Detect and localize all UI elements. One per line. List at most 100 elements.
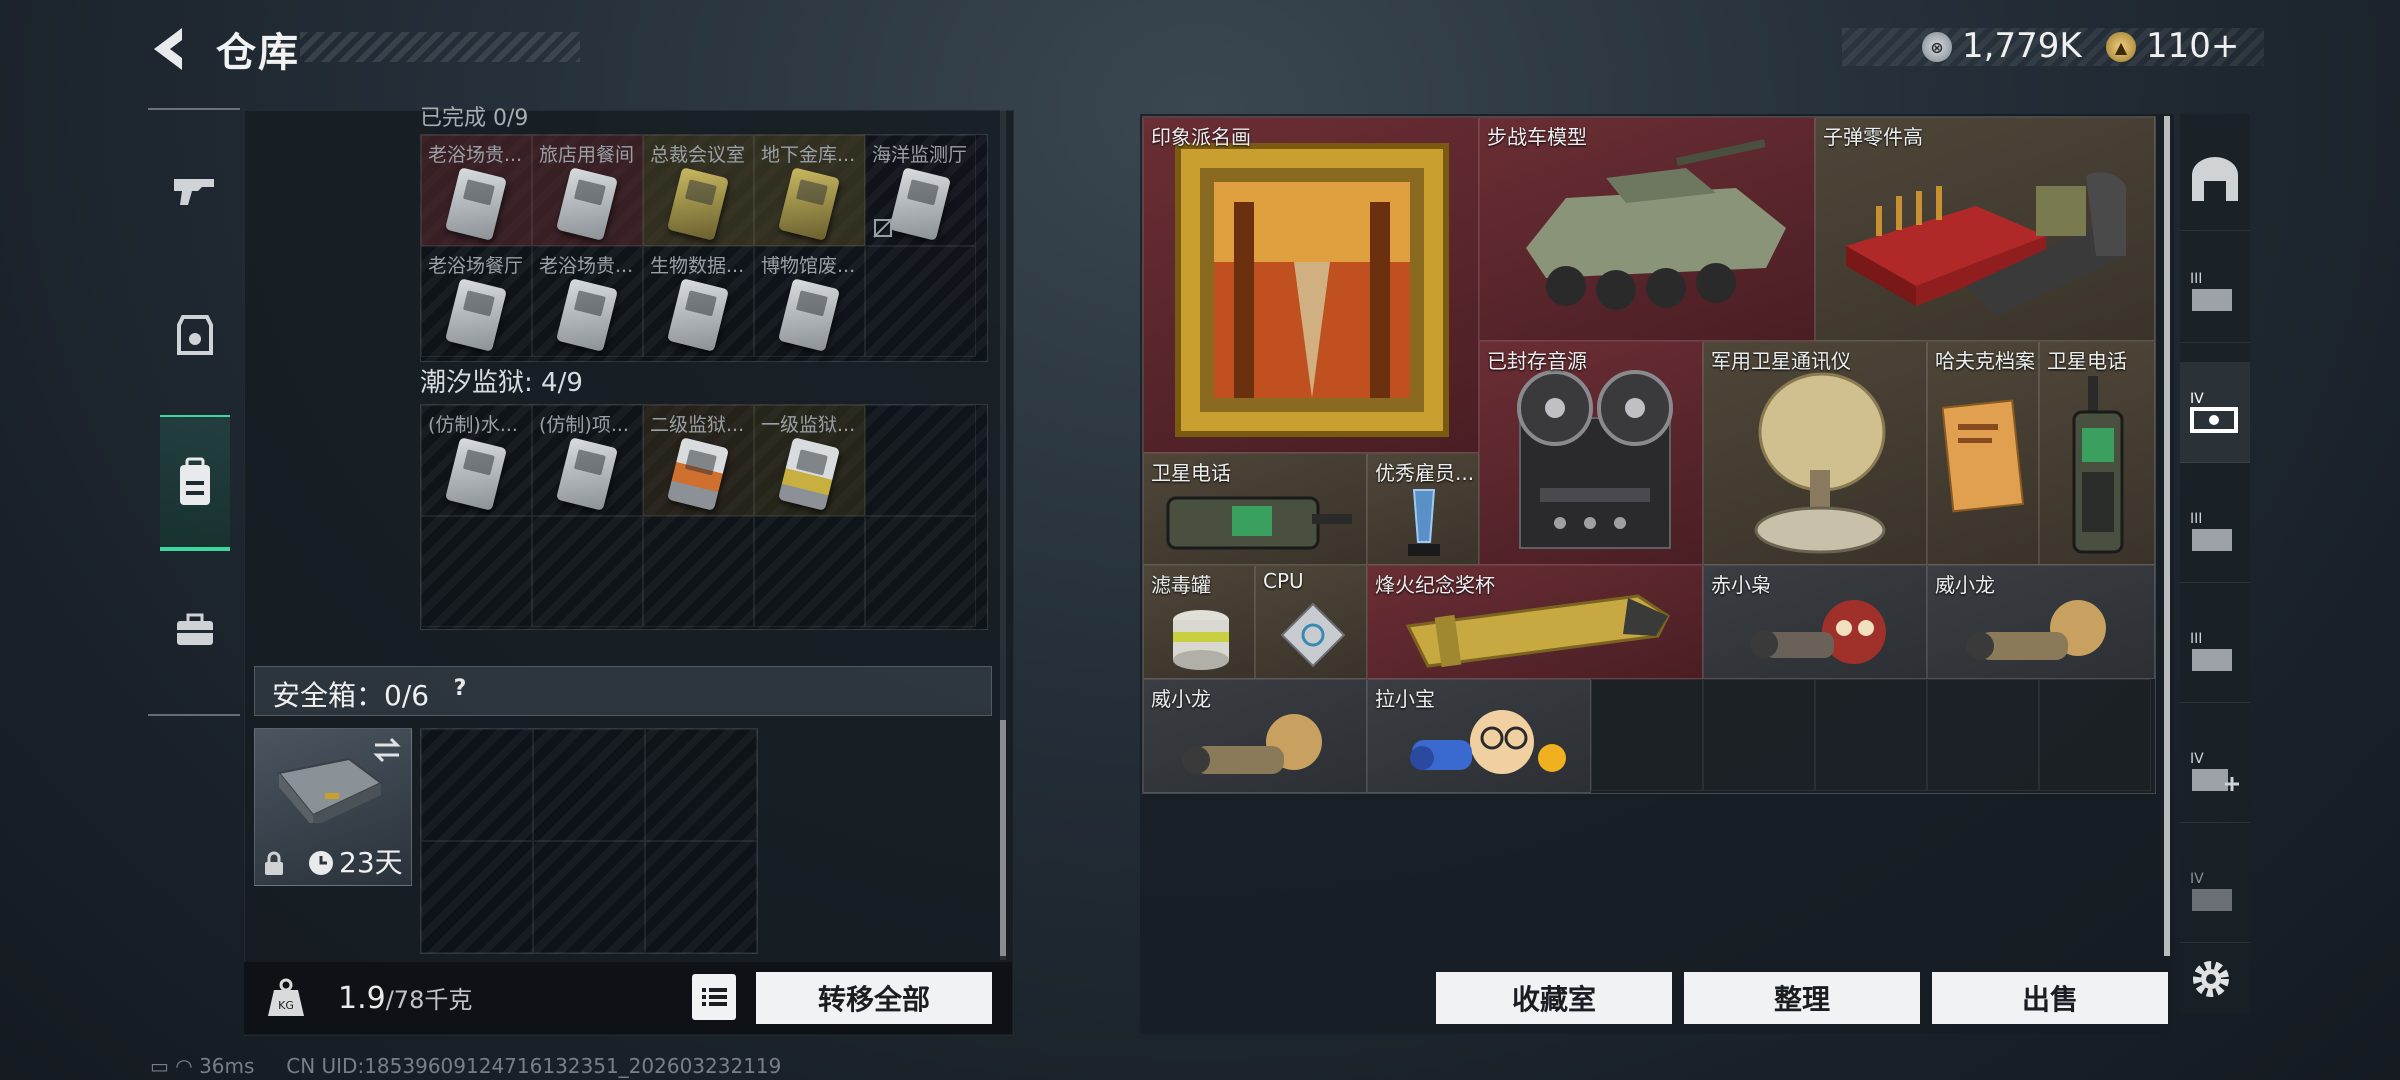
rnav-tier-4-locked[interactable]: IV bbox=[2180, 842, 2250, 943]
storage-tier-icon: IV bbox=[2190, 391, 2238, 433]
keycard-icon bbox=[666, 437, 730, 511]
svg-text:IV: IV bbox=[2190, 751, 2204, 767]
item-employee-award[interactable]: 优秀雇员... bbox=[1367, 453, 1479, 565]
keycard-icon bbox=[777, 167, 841, 241]
sort-button[interactable]: 整理 bbox=[1684, 972, 1920, 1024]
empty-slot[interactable] bbox=[1815, 679, 1927, 791]
status-line: ▭ ◠ 36ms CN UID:18539609124716132351_202… bbox=[150, 1054, 781, 1078]
coin-icon: ⊗ bbox=[1922, 32, 1952, 62]
backpack-icon bbox=[180, 457, 210, 505]
gear-icon bbox=[2193, 961, 2229, 997]
card-slot[interactable]: 一级监狱... bbox=[754, 405, 865, 516]
keycard-icon bbox=[444, 437, 508, 511]
item-beacon-trophy[interactable]: 烽火纪念奖杯 bbox=[1367, 565, 1703, 679]
folder-icon bbox=[1942, 399, 2025, 513]
safebox-help-button[interactable]: ? bbox=[444, 676, 476, 706]
svg-text:IV: IV bbox=[2190, 871, 2204, 887]
item-painting[interactable]: 印象派名画 bbox=[1143, 117, 1479, 453]
safebox-slot[interactable] bbox=[533, 729, 645, 841]
safebox-slot[interactable] bbox=[421, 841, 533, 953]
trophy-icon bbox=[1408, 489, 1440, 556]
list-view-button[interactable] bbox=[692, 974, 736, 1020]
figurine-icon bbox=[1750, 600, 1886, 664]
empty-slot[interactable] bbox=[1927, 679, 2039, 791]
card-slot[interactable]: 二级监狱... bbox=[643, 405, 754, 516]
wifi-icon: ◠ bbox=[175, 1054, 193, 1078]
card-slot[interactable]: (仿制)项... bbox=[532, 405, 643, 516]
gun-icon bbox=[174, 179, 214, 205]
filter-canister-icon bbox=[1173, 610, 1229, 670]
toolbox-icon bbox=[177, 613, 213, 645]
card-slot[interactable]: 总裁会议室 bbox=[643, 135, 754, 246]
safebox-slot[interactable] bbox=[533, 841, 645, 953]
card-slot[interactable]: 老浴场贵... bbox=[421, 135, 532, 246]
collection-room-button[interactable]: 收藏室 bbox=[1436, 972, 1672, 1024]
nav-toolbox[interactable] bbox=[160, 585, 230, 675]
rnav-tier-4-active[interactable]: IV bbox=[2180, 362, 2250, 463]
empty-slot[interactable] bbox=[865, 246, 976, 357]
item-wei-xiaolong[interactable]: 威小龙 bbox=[1927, 565, 2155, 679]
nav-warehouse[interactable] bbox=[160, 415, 230, 551]
safebox-item[interactable]: 23天 bbox=[254, 728, 412, 886]
safebox-slot[interactable] bbox=[645, 841, 757, 953]
page-title: 仓库 bbox=[216, 30, 300, 76]
nav-armor[interactable] bbox=[160, 290, 230, 380]
item-cpu[interactable]: CPU bbox=[1255, 565, 1367, 679]
empty-slot[interactable] bbox=[865, 405, 976, 516]
keycard-icon bbox=[666, 278, 730, 352]
transfer-all-button[interactable]: 转移全部 bbox=[756, 972, 992, 1024]
item-la-xiaobao[interactable]: 拉小宝 bbox=[1367, 679, 1591, 793]
nav-weapons[interactable] bbox=[160, 145, 230, 235]
item-sealed-audio[interactable]: 已封存音源 bbox=[1479, 341, 1703, 565]
rnav-tier-3-c[interactable]: III bbox=[2180, 602, 2250, 703]
card-slot[interactable]: 生物数据... bbox=[643, 246, 754, 357]
bond-balance[interactable]: 110+ bbox=[2146, 26, 2239, 66]
rnav-collection-room[interactable] bbox=[2180, 130, 2250, 231]
figurine-icon bbox=[1182, 714, 1322, 774]
card-slot[interactable]: 老浴场餐厅 bbox=[421, 246, 532, 357]
safebox-slot[interactable] bbox=[421, 729, 533, 841]
settings-button[interactable] bbox=[2188, 956, 2234, 1002]
card-slot[interactable]: 老浴场贵... bbox=[532, 246, 643, 357]
lock-icon bbox=[265, 851, 283, 875]
back-button[interactable] bbox=[146, 24, 192, 74]
figurine-icon bbox=[1410, 710, 1566, 774]
sell-button[interactable]: 出售 bbox=[1932, 972, 2168, 1024]
item-red-owl[interactable]: 赤小枭 bbox=[1703, 565, 1927, 679]
empty-slot[interactable] bbox=[754, 516, 865, 627]
empty-slot[interactable] bbox=[1591, 679, 1703, 791]
rnav-tier-4-add[interactable]: IV bbox=[2180, 722, 2250, 823]
item-satellite-communicator[interactable]: 军用卫星通讯仪 bbox=[1703, 341, 1927, 565]
empty-slot[interactable] bbox=[421, 516, 532, 627]
empty-slot[interactable] bbox=[532, 516, 643, 627]
painting-icon bbox=[1175, 143, 1449, 437]
left-scrollbar-thumb[interactable] bbox=[1000, 720, 1006, 956]
item-haavk-dossier[interactable]: 哈夫克档案 bbox=[1927, 341, 2039, 565]
add-storage-icon: IV bbox=[2190, 751, 2239, 791]
item-satellite-phone[interactable]: 卫星电话 bbox=[2039, 341, 2155, 565]
card-slot[interactable]: 海洋监测厅 bbox=[865, 135, 976, 246]
right-scrollbar[interactable] bbox=[2164, 116, 2170, 956]
item-satellite-phone[interactable]: 卫星电话 bbox=[1143, 453, 1367, 565]
bond-icon[interactable]: ▲ bbox=[2106, 32, 2136, 62]
card-slot[interactable]: (仿制)水... bbox=[421, 405, 532, 516]
safebox-slot[interactable] bbox=[645, 729, 757, 841]
coin-balance: 1,779K bbox=[1962, 26, 2082, 66]
item-ifv-model[interactable]: 步战车模型 bbox=[1479, 117, 1815, 341]
list-icon bbox=[702, 988, 727, 1006]
rnav-tier-3-a[interactable]: III bbox=[2180, 242, 2250, 343]
empty-slot[interactable] bbox=[2039, 679, 2151, 791]
card-slot[interactable]: 地下金库... bbox=[754, 135, 865, 246]
item-wei-xiaolong[interactable]: 威小龙 bbox=[1143, 679, 1367, 793]
card-slot[interactable]: 旅店用餐间 bbox=[532, 135, 643, 246]
item-gas-filter[interactable]: 滤毒罐 bbox=[1143, 565, 1255, 679]
figurine-icon bbox=[1966, 600, 2106, 660]
empty-slot[interactable] bbox=[865, 516, 976, 627]
swap-icon[interactable] bbox=[371, 737, 403, 763]
item-bullet-parts[interactable]: 子弹零件高 bbox=[1815, 117, 2155, 341]
empty-slot[interactable] bbox=[1703, 679, 1815, 791]
empty-slot[interactable] bbox=[643, 516, 754, 627]
rnav-tier-3-b[interactable]: III bbox=[2180, 482, 2250, 583]
safebox-days: 23天 bbox=[339, 846, 403, 879]
card-slot[interactable]: 博物馆废... bbox=[754, 246, 865, 357]
